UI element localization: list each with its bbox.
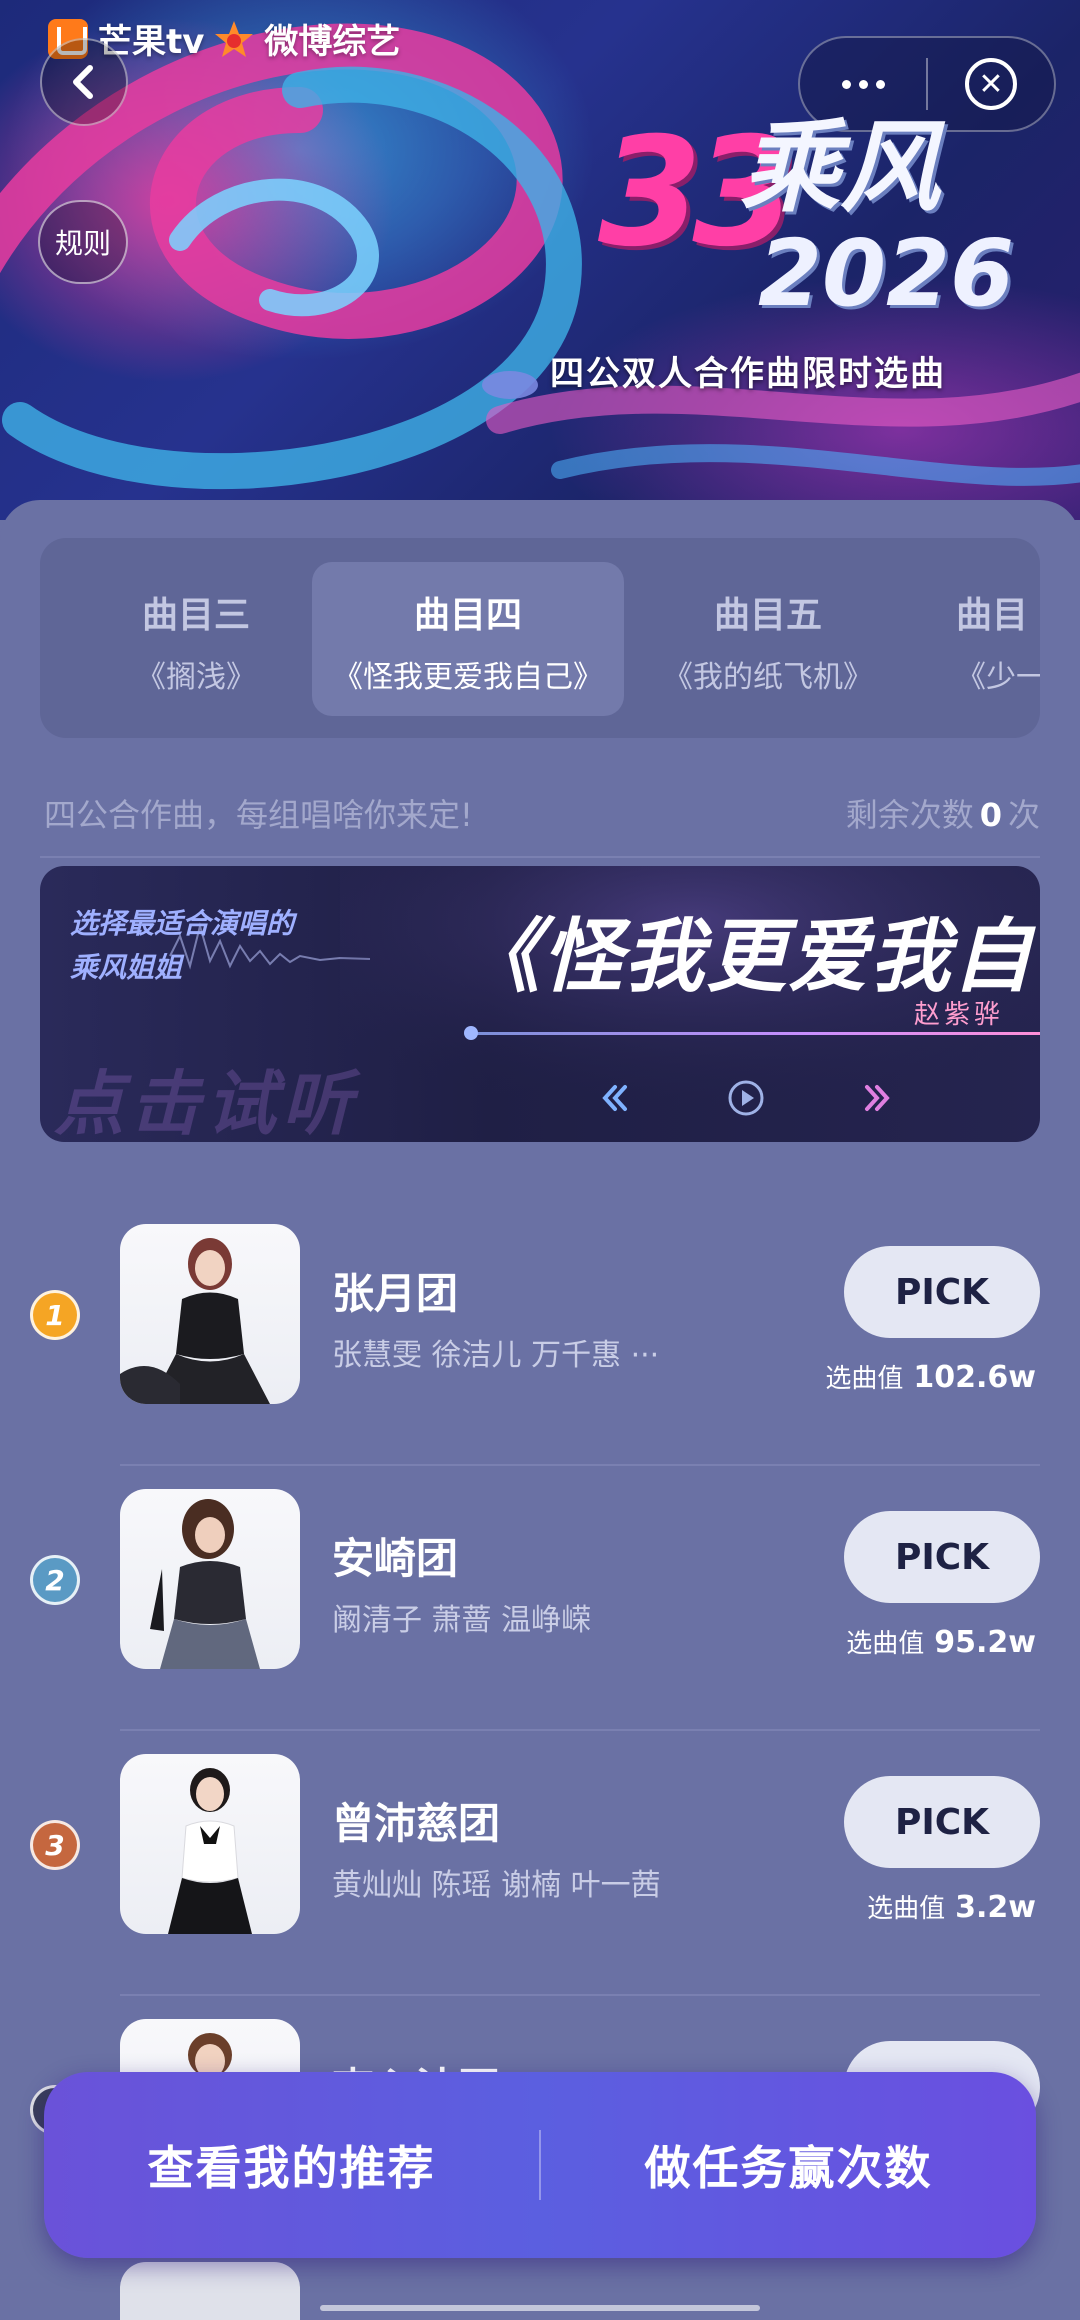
play-icon: [728, 1080, 764, 1116]
hero-title: 乘风: [740, 109, 940, 226]
brand-weibo-label: 微博综艺: [264, 22, 401, 62]
remaining-prefix: 剩余次数: [845, 796, 974, 834]
avatar: [120, 1754, 300, 1934]
close-icon: ✕: [964, 58, 1017, 110]
avatar: [120, 1224, 300, 1404]
singer-photo: [120, 1238, 270, 1404]
progress-handle[interactable]: [464, 1026, 478, 1040]
pick-score: 选曲值 102.6w: [825, 1358, 1036, 1395]
prev-button[interactable]: [594, 1078, 634, 1118]
hero-year: 2026: [758, 220, 1015, 327]
tab-label: 曲目四: [413, 595, 522, 636]
home-indicator: [320, 2305, 760, 2311]
listen-label: 点击试听: [54, 1063, 358, 1142]
notice-text: 四公合作曲，每组唱啥你来定!: [44, 796, 473, 834]
group-row: 3 曾沛慈团 黄灿灿 陈瑶 谢楠 叶一茜 PICK 选曲值 3.2w: [0, 1730, 1080, 1996]
group-members: 阚清子 萧蔷 温峥嵘: [332, 1603, 592, 1638]
remaining-count: 剩余次数 0 次: [846, 790, 1040, 836]
chevron-left-icon: [73, 65, 93, 99]
play-button[interactable]: [726, 1078, 766, 1118]
main-panel: 曲目三 《搁浅》 曲目四 《怪我更爱我自己》 曲目五 《我的纸飞机》 曲目 《少…: [0, 500, 1080, 2320]
weibo-star-icon: [215, 20, 254, 57]
avatar: [120, 1489, 300, 1669]
song-preview-player[interactable]: 选择最适合演唱的 乘风姐姐 《怪我更爱我自己》 赵紫骅 点击试听: [40, 866, 1040, 1142]
player-hint: 选择最适合演唱的 乘风姐姐: [70, 902, 294, 990]
group-members: 黄灿灿 陈瑶 谢楠 叶一茜: [332, 1868, 661, 1903]
divider: [40, 856, 1040, 858]
group-row: 1 张月团 张慧雯 徐洁儿 万千惠 ··· PICK 选曲值 102.6w: [0, 1200, 1080, 1466]
fast-forward-icon: [865, 1085, 890, 1111]
tab-song-name: 《搁浅》: [136, 660, 256, 695]
pick-score: 选曲值 3.2w: [867, 1888, 1036, 1925]
tab-label: 曲目三: [141, 595, 250, 636]
group-name: 安崎团: [332, 1534, 459, 1583]
tab-song-4[interactable]: 曲目四 《怪我更爱我自己》: [312, 562, 624, 716]
notice-row: 四公合作曲，每组唱啥你来定! 剩余次数 0 次: [44, 790, 1040, 840]
player-hint-line1: 选择最适合演唱的: [70, 907, 295, 940]
next-button[interactable]: [858, 1078, 898, 1118]
tab-label: 曲目: [956, 595, 1029, 636]
pick-button[interactable]: PICK: [844, 1776, 1040, 1868]
avatar: [120, 2262, 300, 2320]
back-button[interactable]: [40, 38, 128, 126]
player-hint-line2: 乘风姐姐: [70, 951, 183, 984]
hero-subtitle: 四公双人合作曲限时选曲: [550, 354, 946, 394]
rank-badge: 1: [30, 1290, 80, 1340]
singer-photo: [150, 1499, 260, 1669]
close-button[interactable]: ✕: [928, 38, 1054, 130]
player-singer: 赵紫骅: [914, 1000, 1005, 1030]
rank-badge: 3: [30, 1820, 80, 1870]
group-row: 2 安崎团 阚清子 萧蔷 温峥嵘 PICK 选曲值 95.2w: [0, 1465, 1080, 1731]
remaining-suffix: 次: [1007, 796, 1040, 834]
tab-song-3[interactable]: 曲目三 《搁浅》: [40, 562, 352, 716]
rewind-icon: [602, 1085, 627, 1111]
pick-button[interactable]: PICK: [844, 1511, 1040, 1603]
group-name: 曾沛慈团: [332, 1799, 501, 1848]
rank-badge: 2: [30, 1555, 80, 1605]
hero-banner: 芒果tv 微博综艺 规则 ✕ 33 乘风 2026 四公双人合作曲限时选曲: [0, 0, 1080, 520]
score-label: 选曲值: [867, 1894, 946, 1924]
tab-song-name: 《少一点: [956, 660, 1040, 695]
score-value: 3.2w: [955, 1890, 1036, 1925]
tab-label: 曲目五: [713, 595, 822, 636]
earn-chances-button[interactable]: 做任务赢次数: [541, 2132, 1036, 2198]
group-members: 张慧雯 徐洁儿 万千惠 ···: [332, 1338, 660, 1373]
rules-button[interactable]: 规则: [38, 200, 128, 284]
tab-song-6[interactable]: 曲目 《少一点: [916, 562, 1040, 716]
tab-song-name: 《我的纸飞机》: [663, 660, 873, 695]
score-label: 选曲值: [825, 1364, 904, 1394]
score-label: 选曲值: [846, 1629, 925, 1659]
score-value: 95.2w: [934, 1625, 1036, 1660]
singer-photo: [168, 1768, 252, 1934]
pick-score: 选曲值 95.2w: [846, 1623, 1036, 1660]
view-recommend-button[interactable]: 查看我的推荐: [44, 2132, 539, 2198]
score-value: 102.6w: [913, 1360, 1036, 1395]
tab-song-name: 《怪我更爱我自己》: [333, 660, 603, 695]
progress-track[interactable]: [470, 1032, 1040, 1035]
tab-song-5[interactable]: 曲目五 《我的纸飞机》: [612, 562, 924, 716]
pick-button[interactable]: PICK: [844, 1246, 1040, 1338]
remaining-number: 0: [979, 796, 1002, 834]
group-name: 张月团: [332, 1269, 459, 1318]
bottom-action-bar: 查看我的推荐 做任务赢次数: [44, 2072, 1036, 2258]
player-song-title: 《怪我更爱我自己》: [460, 910, 1040, 1003]
song-tabs: 曲目三 《搁浅》 曲目四 《怪我更爱我自己》 曲目五 《我的纸飞机》 曲目 《少…: [40, 538, 1040, 738]
more-dots-icon: [841, 79, 885, 89]
